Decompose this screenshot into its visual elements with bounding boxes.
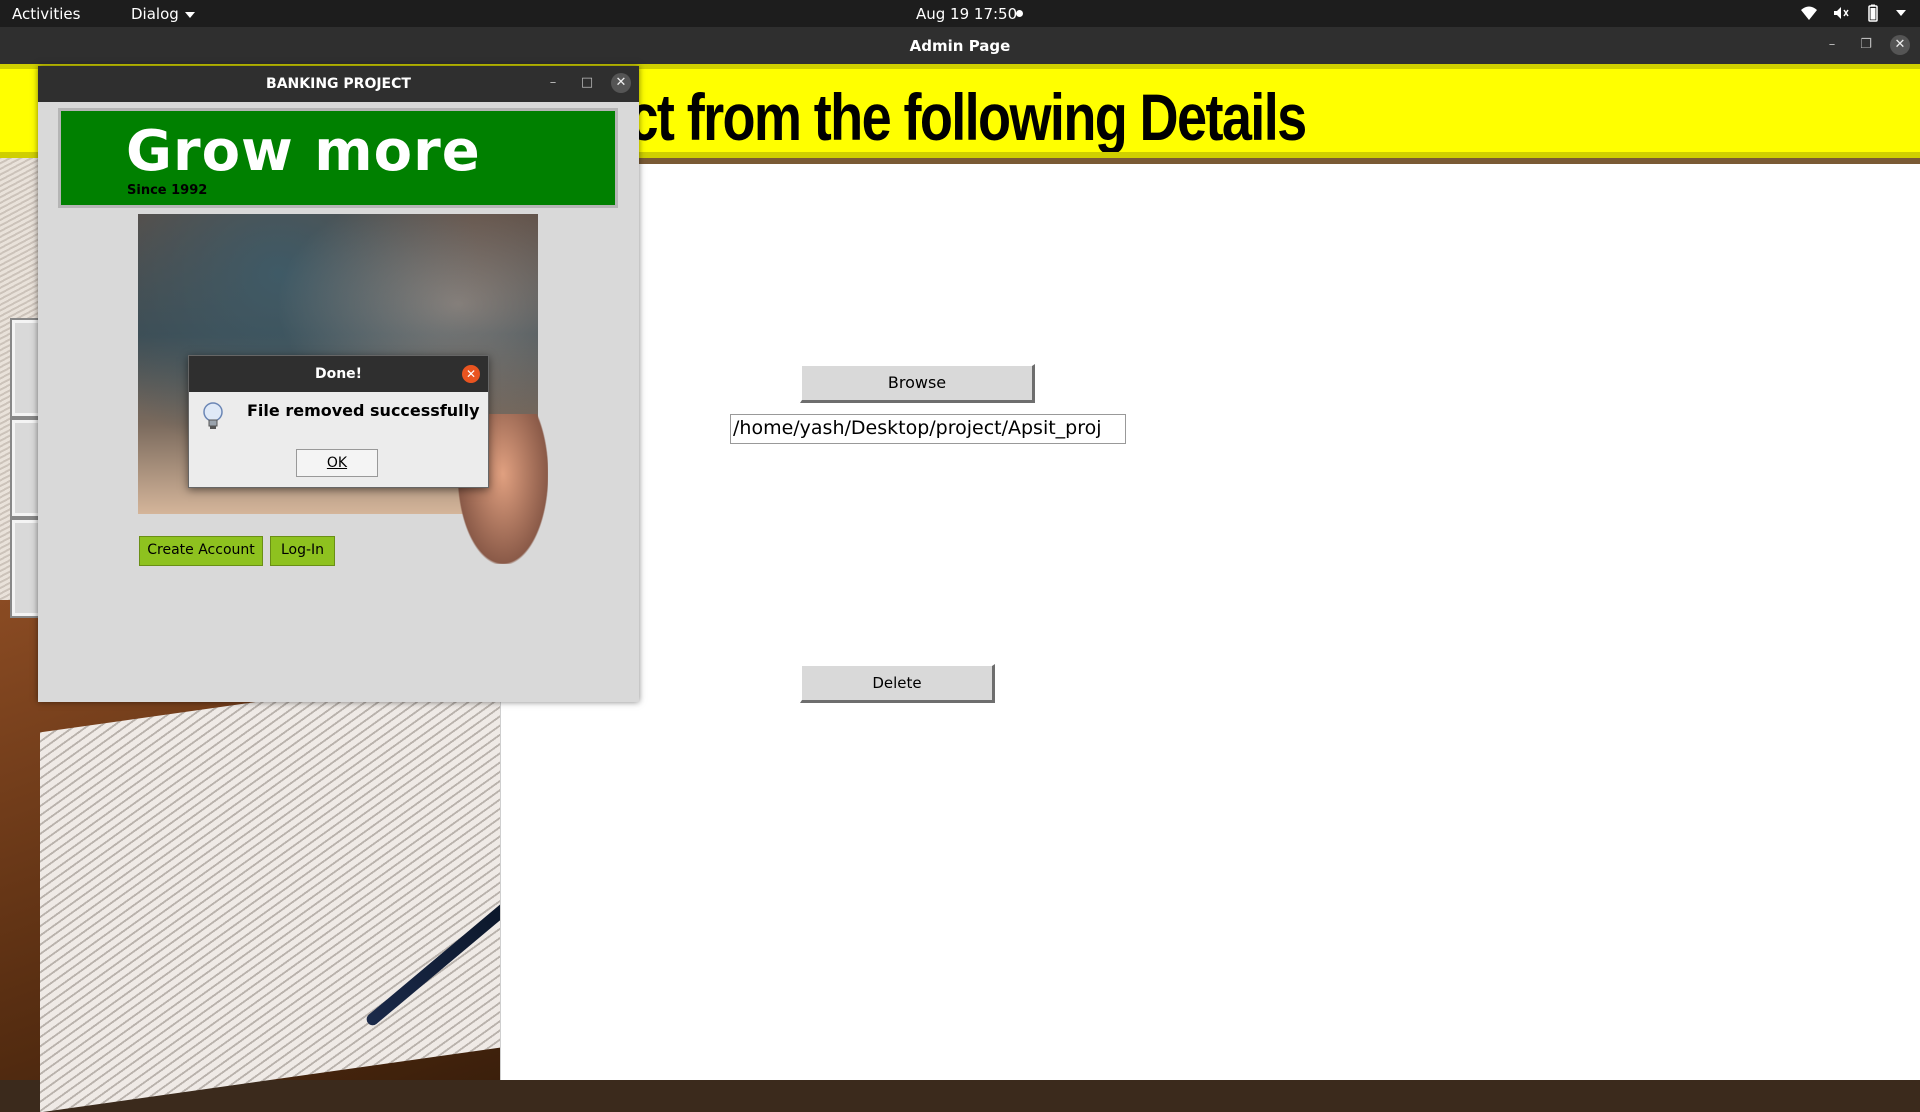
dialog-title: Done!	[314, 366, 363, 382]
create-account-button[interactable]: Create Account	[139, 536, 263, 566]
banking-window-titlebar[interactable]: BANKING PROJECT – □ ✕	[38, 66, 639, 102]
ok-button[interactable]: OK	[296, 449, 378, 477]
brand-panel: Grow more Since 1992	[58, 108, 618, 208]
dialog-message: File removed successfully	[247, 401, 480, 420]
minimize-icon[interactable]: –	[543, 73, 563, 93]
background-image-paper	[40, 667, 500, 1112]
brand-headline: Grow more	[126, 119, 481, 184]
minimize-icon[interactable]: –	[1822, 35, 1842, 55]
brand-since: Since 1992	[127, 183, 208, 198]
restore-icon[interactable]: ❐	[1856, 35, 1876, 55]
wifi-icon	[1801, 6, 1817, 20]
system-tray[interactable]	[1800, 4, 1906, 22]
close-icon[interactable]: ✕	[1890, 35, 1910, 55]
app-menu[interactable]: Dialog	[131, 5, 195, 23]
lightbulb-info-icon	[203, 402, 223, 429]
notification-dot-icon	[1016, 10, 1023, 17]
content-area	[500, 164, 1920, 1080]
maximize-icon[interactable]: □	[577, 73, 597, 93]
close-icon[interactable]: ✕	[462, 365, 480, 383]
ok-button-label: OK	[326, 455, 348, 471]
admin-window-titlebar[interactable]: Admin Page – ❐ ✕	[0, 27, 1920, 64]
file-path-input[interactable]: /home/yash/Desktop/project/Apsit_proj	[730, 414, 1126, 444]
done-dialog: Done! ✕ File removed successfully OK	[188, 355, 489, 488]
battery-icon	[1868, 4, 1878, 22]
window-title: Admin Page	[909, 37, 1011, 55]
dialog-titlebar[interactable]: Done! ✕	[189, 356, 488, 392]
clock[interactable]: Aug 19 17:50	[916, 5, 1017, 23]
app-menu-label: Dialog	[131, 5, 179, 23]
delete-button[interactable]: Delete	[800, 664, 995, 703]
login-button[interactable]: Log-In	[270, 536, 335, 566]
volume-muted-icon	[1834, 7, 1849, 19]
activities-button[interactable]: Activities	[12, 5, 80, 23]
top-bar: Activities Dialog Aug 19 17:50	[0, 0, 1920, 27]
chevron-down-icon	[1896, 10, 1906, 16]
chevron-down-icon	[184, 11, 195, 18]
close-icon[interactable]: ✕	[611, 73, 631, 93]
banner-heading: ect from the following Details	[600, 80, 1307, 154]
browse-button[interactable]: Browse	[800, 364, 1035, 403]
